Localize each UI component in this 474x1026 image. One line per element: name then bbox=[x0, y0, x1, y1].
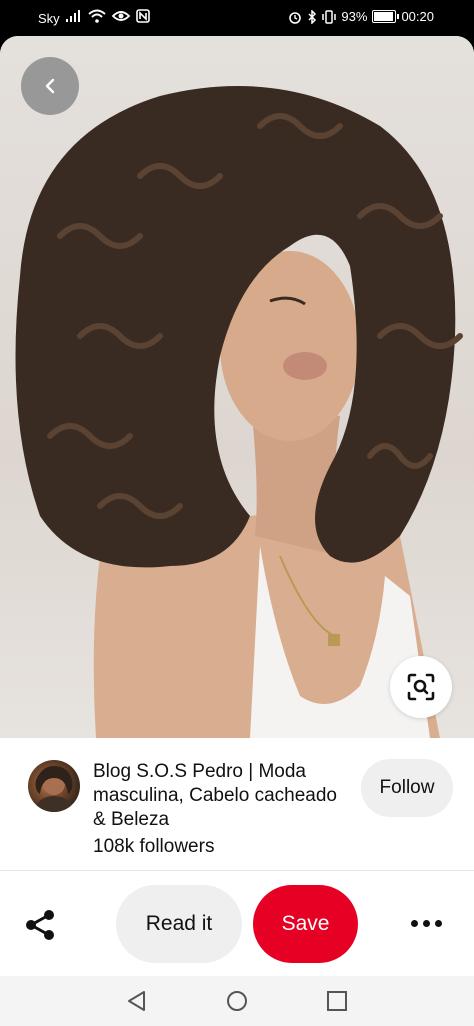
visual-search-button[interactable] bbox=[390, 656, 452, 718]
more-options-button[interactable] bbox=[406, 911, 446, 935]
back-button[interactable] bbox=[21, 57, 79, 115]
clock: 00:20 bbox=[401, 9, 434, 24]
save-button[interactable]: Save bbox=[253, 885, 358, 963]
signal-icon bbox=[66, 10, 80, 22]
battery-icon bbox=[372, 10, 400, 23]
wifi-icon bbox=[88, 9, 106, 23]
nav-back-icon[interactable] bbox=[124, 988, 150, 1014]
nav-home-icon[interactable] bbox=[224, 988, 250, 1014]
system-nav-bar bbox=[0, 976, 474, 1026]
alarm-icon bbox=[289, 11, 302, 24]
visual-search-icon bbox=[407, 673, 435, 701]
nav-recents-icon[interactable] bbox=[324, 988, 350, 1014]
chevron-left-icon bbox=[45, 78, 55, 94]
follower-count: 108k followers bbox=[93, 836, 215, 857]
eye-icon bbox=[112, 11, 130, 21]
creator-section: Blog S.O.S Pedro | Moda masculina, Cabel… bbox=[0, 738, 474, 870]
pin-image[interactable] bbox=[0, 36, 474, 738]
read-it-button[interactable]: Read it bbox=[116, 885, 242, 963]
more-horizontal-icon bbox=[410, 919, 418, 927]
vibrate-icon bbox=[322, 9, 337, 24]
action-bar: Read it Save bbox=[0, 871, 474, 976]
battery-percent: 93% bbox=[341, 9, 368, 24]
creator-name[interactable]: Blog S.O.S Pedro | Moda masculina, Cabel… bbox=[93, 760, 343, 832]
carrier-name: Sky bbox=[38, 11, 60, 26]
creator-avatar[interactable] bbox=[28, 760, 80, 812]
share-icon bbox=[26, 910, 54, 940]
pin-detail: Blog S.O.S Pedro | Moda masculina, Cabel… bbox=[0, 36, 474, 1026]
status-bar: Sky 93% 00:20 bbox=[0, 0, 474, 36]
follow-button[interactable]: Follow bbox=[361, 759, 453, 817]
avatar-image bbox=[34, 766, 74, 812]
pin-photo bbox=[15, 86, 463, 738]
share-button[interactable] bbox=[20, 905, 60, 945]
bluetooth-icon bbox=[308, 9, 317, 24]
nfc-icon bbox=[136, 9, 150, 23]
